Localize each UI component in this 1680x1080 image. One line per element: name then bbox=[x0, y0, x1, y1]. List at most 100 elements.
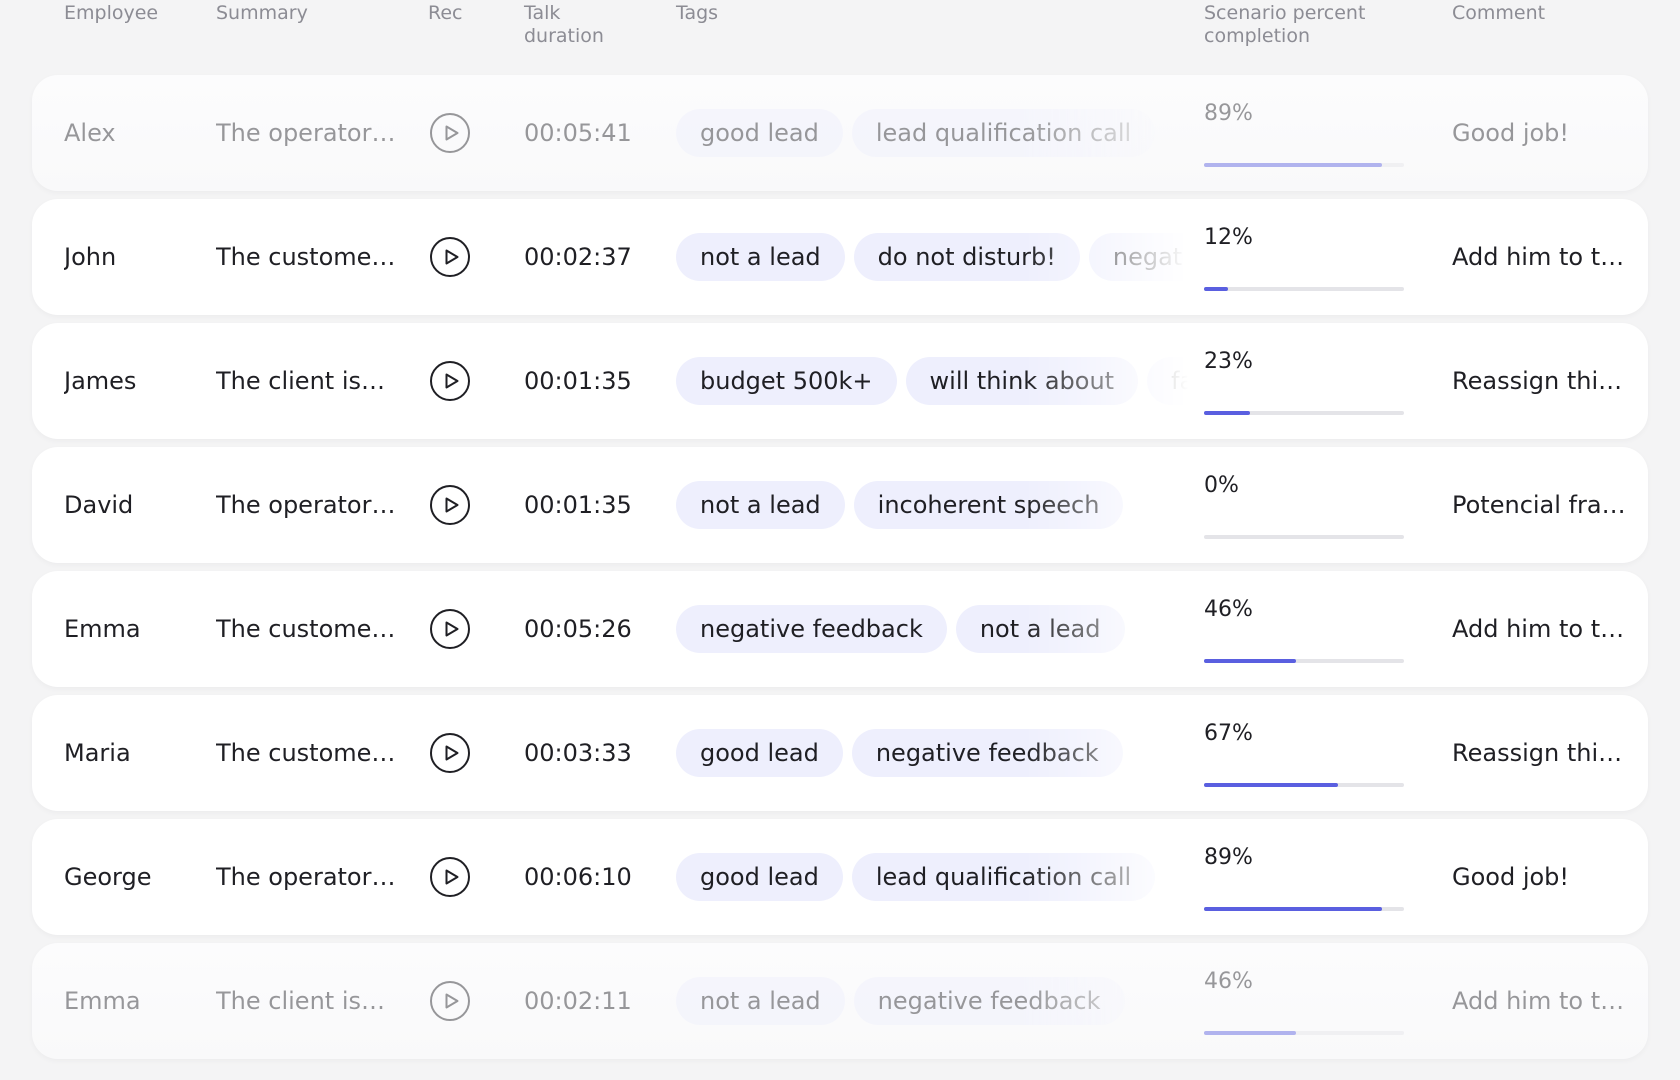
tags-list: negative feedback not a lead bbox=[676, 571, 1188, 687]
play-recording-button[interactable] bbox=[430, 361, 470, 401]
progress-track bbox=[1204, 287, 1404, 291]
play-icon bbox=[445, 745, 458, 761]
scenario-completion: 46% bbox=[1204, 969, 1404, 1035]
tag-chip[interactable]: lead qualification call bbox=[851, 853, 1156, 901]
comment[interactable]: Add him to th… bbox=[1452, 943, 1632, 1059]
completion-percent: 0% bbox=[1204, 473, 1239, 498]
call-summary[interactable]: The custome… bbox=[216, 571, 408, 687]
completion-percent: 89% bbox=[1204, 101, 1253, 126]
completion-percent: 67% bbox=[1204, 721, 1253, 746]
column-header-comment[interactable]: Comment bbox=[1452, 2, 1545, 25]
talk-duration: 00:02:37 bbox=[524, 243, 632, 271]
scenario-completion: 12% bbox=[1204, 225, 1404, 291]
progress-fill bbox=[1204, 411, 1250, 415]
table-row[interactable]: James The client is… 00:01:35 budget 500… bbox=[32, 323, 1648, 439]
employee-name: John bbox=[64, 243, 117, 271]
play-recording-button[interactable] bbox=[430, 733, 470, 773]
employee-name: Alex bbox=[64, 119, 116, 147]
tag-chip[interactable]: negative feedback bbox=[851, 729, 1123, 777]
call-summary[interactable]: The operator… bbox=[216, 819, 408, 935]
table-row[interactable]: John The custome… 00:02:37 not a lead do … bbox=[32, 199, 1648, 315]
talk-duration: 00:05:41 bbox=[524, 119, 632, 147]
call-summary[interactable]: The client is… bbox=[216, 323, 408, 439]
talk-duration: 00:05:26 bbox=[524, 615, 632, 643]
play-icon bbox=[445, 621, 458, 637]
play-recording-button[interactable] bbox=[430, 237, 470, 277]
play-icon bbox=[445, 993, 458, 1009]
column-header-tags[interactable]: Tags bbox=[676, 2, 718, 25]
tag-chip[interactable]: do not disturb! bbox=[853, 233, 1080, 281]
completion-percent: 46% bbox=[1204, 969, 1253, 994]
recording-cell bbox=[430, 943, 478, 1059]
play-recording-button[interactable] bbox=[430, 857, 470, 897]
comment[interactable]: Good job! bbox=[1452, 819, 1632, 935]
recording-cell bbox=[430, 323, 478, 439]
tag-chip[interactable]: budget 500k+ bbox=[676, 357, 897, 405]
progress-track bbox=[1204, 783, 1404, 787]
tag-chip[interactable]: not a lead bbox=[955, 605, 1125, 653]
tag-chip[interactable]: negative feedback bbox=[853, 977, 1125, 1025]
tag-chip[interactable]: will think about bbox=[905, 357, 1139, 405]
scenario-completion: 67% bbox=[1204, 721, 1404, 787]
tag-chip[interactable]: negative feedback bbox=[676, 605, 947, 653]
progress-track bbox=[1204, 163, 1404, 167]
progress-track bbox=[1204, 659, 1404, 663]
column-header-rec[interactable]: Rec bbox=[428, 2, 462, 25]
talk-duration: 00:02:11 bbox=[524, 987, 632, 1015]
completion-percent: 89% bbox=[1204, 845, 1253, 870]
tag-chip[interactable]: not a lead bbox=[676, 481, 845, 529]
tag-chip[interactable]: lead qualification call bbox=[851, 109, 1156, 157]
recording-cell bbox=[430, 695, 478, 811]
scenario-completion: 0% bbox=[1204, 473, 1404, 539]
play-recording-button[interactable] bbox=[430, 981, 470, 1021]
tags-list: not a lead negative feedback bbox=[676, 943, 1188, 1059]
tag-chip[interactable]: negat bbox=[1088, 233, 1188, 281]
tags-list: not a lead incoherent speech bbox=[676, 447, 1188, 563]
recording-cell bbox=[430, 571, 478, 687]
progress-track bbox=[1204, 1031, 1404, 1035]
table-row[interactable]: Emma The custome… 00:05:26 negative feed… bbox=[32, 571, 1648, 687]
recording-cell bbox=[430, 819, 478, 935]
table-row[interactable]: George The operator… 00:06:10 good lead l… bbox=[32, 819, 1648, 935]
column-header-talk-duration[interactable]: Talk duration bbox=[524, 2, 604, 48]
comment[interactable]: Add him to th… bbox=[1452, 199, 1632, 315]
progress-fill bbox=[1204, 659, 1296, 663]
column-header-employee[interactable]: Employee bbox=[64, 2, 158, 25]
tag-chip[interactable]: good lead bbox=[676, 729, 843, 777]
tags-list: budget 500k+ will think about fa bbox=[676, 323, 1188, 439]
play-recording-button[interactable] bbox=[430, 113, 470, 153]
column-header-scenario-completion[interactable]: Scenario percent completion bbox=[1204, 2, 1365, 48]
table-row[interactable]: Emma The client is… 00:02:11 not a lead n… bbox=[32, 943, 1648, 1059]
column-header-summary[interactable]: Summary bbox=[216, 2, 308, 25]
table-row[interactable]: Alex The operator… 00:05:41 good lead lea… bbox=[32, 75, 1648, 191]
completion-percent: 46% bbox=[1204, 597, 1253, 622]
play-icon bbox=[445, 373, 458, 389]
tag-chip[interactable]: good lead bbox=[676, 109, 843, 157]
table-row[interactable]: David The operator… 00:01:35 not a lead i… bbox=[32, 447, 1648, 563]
call-summary[interactable]: The custome… bbox=[216, 695, 408, 811]
play-recording-button[interactable] bbox=[430, 609, 470, 649]
comment[interactable]: Reassign this… bbox=[1452, 323, 1632, 439]
progress-track bbox=[1204, 411, 1404, 415]
tag-chip[interactable]: good lead bbox=[676, 853, 843, 901]
comment[interactable]: Potencial fra… bbox=[1452, 447, 1632, 563]
table-row[interactable]: Maria The custome… 00:03:33 good lead neg… bbox=[32, 695, 1648, 811]
tags-list: good lead lead qualification call bbox=[676, 819, 1188, 935]
tag-chip[interactable]: incoherent speech bbox=[853, 481, 1124, 529]
tag-chip[interactable]: not a lead bbox=[676, 977, 845, 1025]
talk-duration: 00:01:35 bbox=[524, 367, 632, 395]
comment[interactable]: Reassign this… bbox=[1452, 695, 1632, 811]
call-summary[interactable]: The operator… bbox=[216, 75, 408, 191]
call-summary[interactable]: The client is… bbox=[216, 943, 408, 1059]
employee-name: James bbox=[64, 367, 137, 395]
employee-name: David bbox=[64, 491, 134, 519]
tag-chip[interactable]: not a lead bbox=[676, 233, 845, 281]
call-summary[interactable]: The operator… bbox=[216, 447, 408, 563]
comment[interactable]: Good job! bbox=[1452, 75, 1632, 191]
recording-cell bbox=[430, 75, 478, 191]
completion-percent: 23% bbox=[1204, 349, 1253, 374]
tag-chip[interactable]: fa bbox=[1147, 357, 1188, 405]
call-summary[interactable]: The custome… bbox=[216, 199, 408, 315]
play-recording-button[interactable] bbox=[430, 485, 470, 525]
comment[interactable]: Add him to th… bbox=[1452, 571, 1632, 687]
